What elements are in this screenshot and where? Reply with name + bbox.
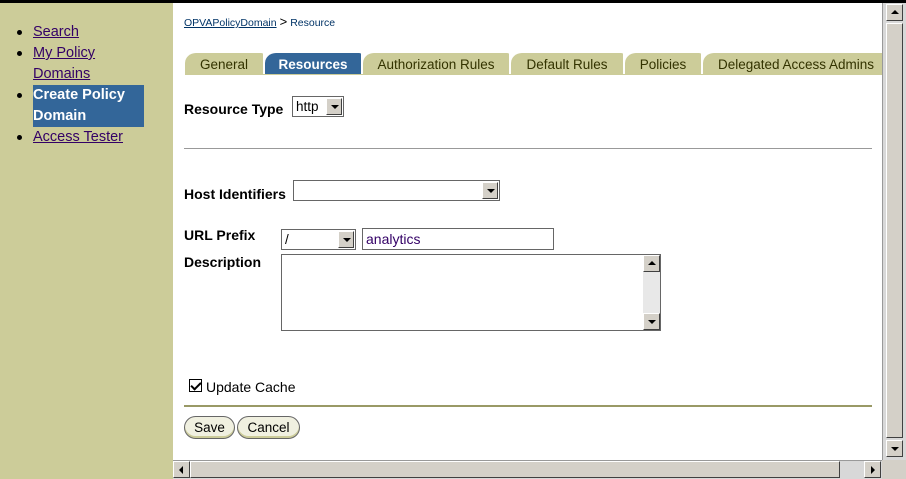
sidebar-item-search[interactable]: Search xyxy=(0,22,173,43)
horizontal-scroll-thumb[interactable] xyxy=(190,461,840,478)
tab-underline xyxy=(185,74,882,75)
chevron-down-icon[interactable] xyxy=(338,231,354,248)
update-cache-checkbox[interactable] xyxy=(189,379,202,392)
breadcrumb-link-domain[interactable]: OPVAPolicyDomain xyxy=(184,17,277,29)
cancel-button[interactable]: Cancel xyxy=(237,416,300,439)
url-prefix-select-value: / xyxy=(285,232,289,247)
sidebar-nav: Search My Policy Domains Create Policy D… xyxy=(0,3,173,148)
sidebar: Search My Policy Domains Create Policy D… xyxy=(0,3,173,479)
sidebar-link-search[interactable]: Search xyxy=(33,24,79,40)
chevron-down-icon[interactable] xyxy=(482,182,498,199)
main-content: OPVAPolicyDomain > Resource General Resour… xyxy=(173,3,882,460)
breadcrumb: OPVAPolicyDomain > Resource xyxy=(184,14,335,29)
resource-type-select[interactable]: http xyxy=(292,96,344,117)
scroll-up-icon[interactable] xyxy=(886,4,903,21)
bullet-icon xyxy=(17,30,22,35)
save-button[interactable]: Save xyxy=(184,416,235,439)
url-prefix-select[interactable]: / xyxy=(281,229,356,250)
tab-default-rules[interactable]: Default Rules xyxy=(511,52,623,74)
chevron-down-icon[interactable] xyxy=(326,98,342,115)
url-prefix-input[interactable]: analytics xyxy=(362,228,554,250)
divider xyxy=(184,148,872,149)
scroll-left-icon[interactable] xyxy=(173,461,190,478)
scrollbar-corner xyxy=(882,460,906,479)
vertical-scroll-thumb[interactable] xyxy=(886,23,903,438)
description-label: Description xyxy=(184,254,262,270)
scroll-down-icon[interactable] xyxy=(643,313,660,330)
description-scrollbar[interactable] xyxy=(643,255,660,330)
sidebar-link-access-tester[interactable]: Access Tester xyxy=(33,129,123,145)
tab-resources[interactable]: Resources xyxy=(265,52,361,74)
url-prefix-label: URL Prefix xyxy=(184,227,256,243)
host-identifiers-select[interactable] xyxy=(293,180,500,201)
tab-delegated-access-admins[interactable]: Delegated Access Admins xyxy=(703,52,882,74)
tab-policies[interactable]: Policies xyxy=(625,52,701,74)
tab-authorization-rules[interactable]: Authorization Rules xyxy=(363,52,509,74)
update-cache-label: Update Cache xyxy=(206,379,296,395)
resource-type-value: http xyxy=(296,99,319,114)
sidebar-link-my-policy-domains[interactable]: My Policy Domains xyxy=(33,45,95,82)
scroll-down-icon[interactable] xyxy=(886,440,903,457)
description-textarea[interactable] xyxy=(281,254,661,331)
resource-type-label: Resource Type xyxy=(184,101,284,117)
sidebar-link-create-policy-domain[interactable]: Create Policy Domain xyxy=(33,85,144,127)
bullet-icon xyxy=(17,135,22,140)
tab-general[interactable]: General xyxy=(185,52,263,74)
sidebar-item-access-tester[interactable]: Access Tester xyxy=(0,127,173,148)
breadcrumb-current: Resource xyxy=(290,17,336,29)
breadcrumb-separator: > xyxy=(279,14,288,29)
bullet-icon xyxy=(17,51,22,56)
bullet-icon xyxy=(17,93,22,98)
scroll-up-icon[interactable] xyxy=(643,255,660,272)
sidebar-item-create-policy-domain[interactable]: Create Policy Domain xyxy=(0,85,173,127)
host-identifiers-label: Host Identifiers xyxy=(184,186,286,202)
divider xyxy=(184,405,872,407)
scroll-right-icon[interactable] xyxy=(864,461,881,478)
sidebar-item-my-policy-domains[interactable]: My Policy Domains xyxy=(0,43,140,85)
